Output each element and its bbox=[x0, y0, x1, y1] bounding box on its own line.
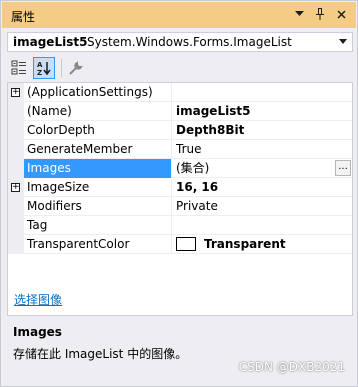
chevron-down-icon[interactable] bbox=[339, 39, 347, 44]
description-pane: Images 存储在此 ImageList 中的图像。 CSDN @DXB202… bbox=[7, 320, 353, 382]
property-value[interactable]: (集合) bbox=[173, 159, 352, 178]
watermark: CSDN @DXB2021 bbox=[238, 360, 345, 374]
toolbar-separator bbox=[61, 59, 62, 77]
property-row-application-settings[interactable]: + (ApplicationSettings) bbox=[8, 83, 352, 102]
svg-text:Z: Z bbox=[37, 69, 42, 76]
property-row-tag[interactable]: Tag bbox=[8, 216, 352, 235]
row-gutter bbox=[8, 121, 24, 140]
expand-icon[interactable]: + bbox=[11, 183, 20, 192]
alphabetical-icon[interactable]: A Z bbox=[33, 57, 55, 79]
svg-text:A: A bbox=[37, 61, 43, 69]
property-name: (Name) bbox=[24, 102, 172, 121]
property-grid: + (ApplicationSettings) (Name) imageList… bbox=[7, 82, 353, 254]
properties-window: 属性 imageList5 System.Windows.Forms.Image… bbox=[0, 0, 358, 387]
property-name: Images bbox=[24, 159, 172, 178]
property-value[interactable]: imageList5 bbox=[173, 102, 352, 121]
row-gutter bbox=[8, 102, 24, 121]
property-row-transparent-color[interactable]: TransparentColor Transparent bbox=[8, 235, 352, 254]
property-value: Transparent bbox=[204, 237, 286, 251]
property-name: (ApplicationSettings) bbox=[24, 83, 172, 102]
property-name: ImageSize bbox=[24, 178, 172, 197]
property-row-image-size[interactable]: + ImageSize 16, 16 bbox=[8, 178, 352, 197]
property-name: TransparentColor bbox=[24, 235, 172, 254]
property-value-cell[interactable]: Transparent bbox=[173, 235, 352, 254]
description-text: 存储在此 ImageList 中的图像。 bbox=[13, 347, 188, 361]
property-name: ColorDepth bbox=[24, 121, 172, 140]
row-gutter bbox=[8, 235, 24, 254]
property-value[interactable]: Depth8Bit bbox=[173, 121, 352, 140]
row-gutter bbox=[8, 197, 24, 216]
commands-pane: 选择图像 bbox=[7, 254, 353, 316]
ellipsis-button[interactable]: ... bbox=[335, 160, 351, 176]
row-gutter bbox=[8, 159, 24, 178]
row-gutter bbox=[8, 140, 24, 159]
choose-images-link[interactable]: 选择图像 bbox=[14, 291, 62, 308]
property-row-name[interactable]: (Name) imageList5 bbox=[8, 102, 352, 121]
property-pages-icon[interactable] bbox=[65, 57, 87, 79]
categorized-icon[interactable] bbox=[8, 57, 30, 79]
window-title: 属性 bbox=[11, 10, 36, 24]
property-name: Modifiers bbox=[24, 197, 172, 216]
close-icon[interactable] bbox=[332, 5, 350, 23]
property-value[interactable]: 16, 16 bbox=[173, 178, 352, 197]
property-value[interactable]: True bbox=[173, 140, 352, 159]
title-bar: 属性 bbox=[2, 2, 356, 28]
pin-icon[interactable] bbox=[311, 5, 329, 23]
color-swatch bbox=[176, 236, 196, 251]
property-row-modifiers[interactable]: Modifiers Private bbox=[8, 197, 352, 216]
property-row-generate-member[interactable]: GenerateMember True bbox=[8, 140, 352, 159]
property-value[interactable]: Private bbox=[173, 197, 352, 216]
dropdown-arrow-icon[interactable] bbox=[290, 5, 308, 23]
properties-toolbar: A Z bbox=[7, 56, 353, 80]
object-name: imageList5 bbox=[13, 35, 88, 49]
property-name: Tag bbox=[24, 216, 172, 235]
object-type: System.Windows.Forms.ImageList bbox=[87, 35, 292, 49]
description-title: Images bbox=[13, 325, 62, 339]
property-value[interactable] bbox=[173, 83, 352, 102]
object-selector[interactable]: imageList5 System.Windows.Forms.ImageLis… bbox=[7, 32, 353, 52]
property-name: GenerateMember bbox=[24, 140, 172, 159]
property-row-images[interactable]: Images (集合) ... bbox=[8, 159, 352, 178]
expand-icon[interactable]: + bbox=[11, 88, 20, 97]
row-gutter bbox=[8, 216, 24, 235]
property-value[interactable] bbox=[173, 216, 352, 235]
title-bar-icons bbox=[290, 5, 350, 23]
property-row-color-depth[interactable]: ColorDepth Depth8Bit bbox=[8, 121, 352, 140]
